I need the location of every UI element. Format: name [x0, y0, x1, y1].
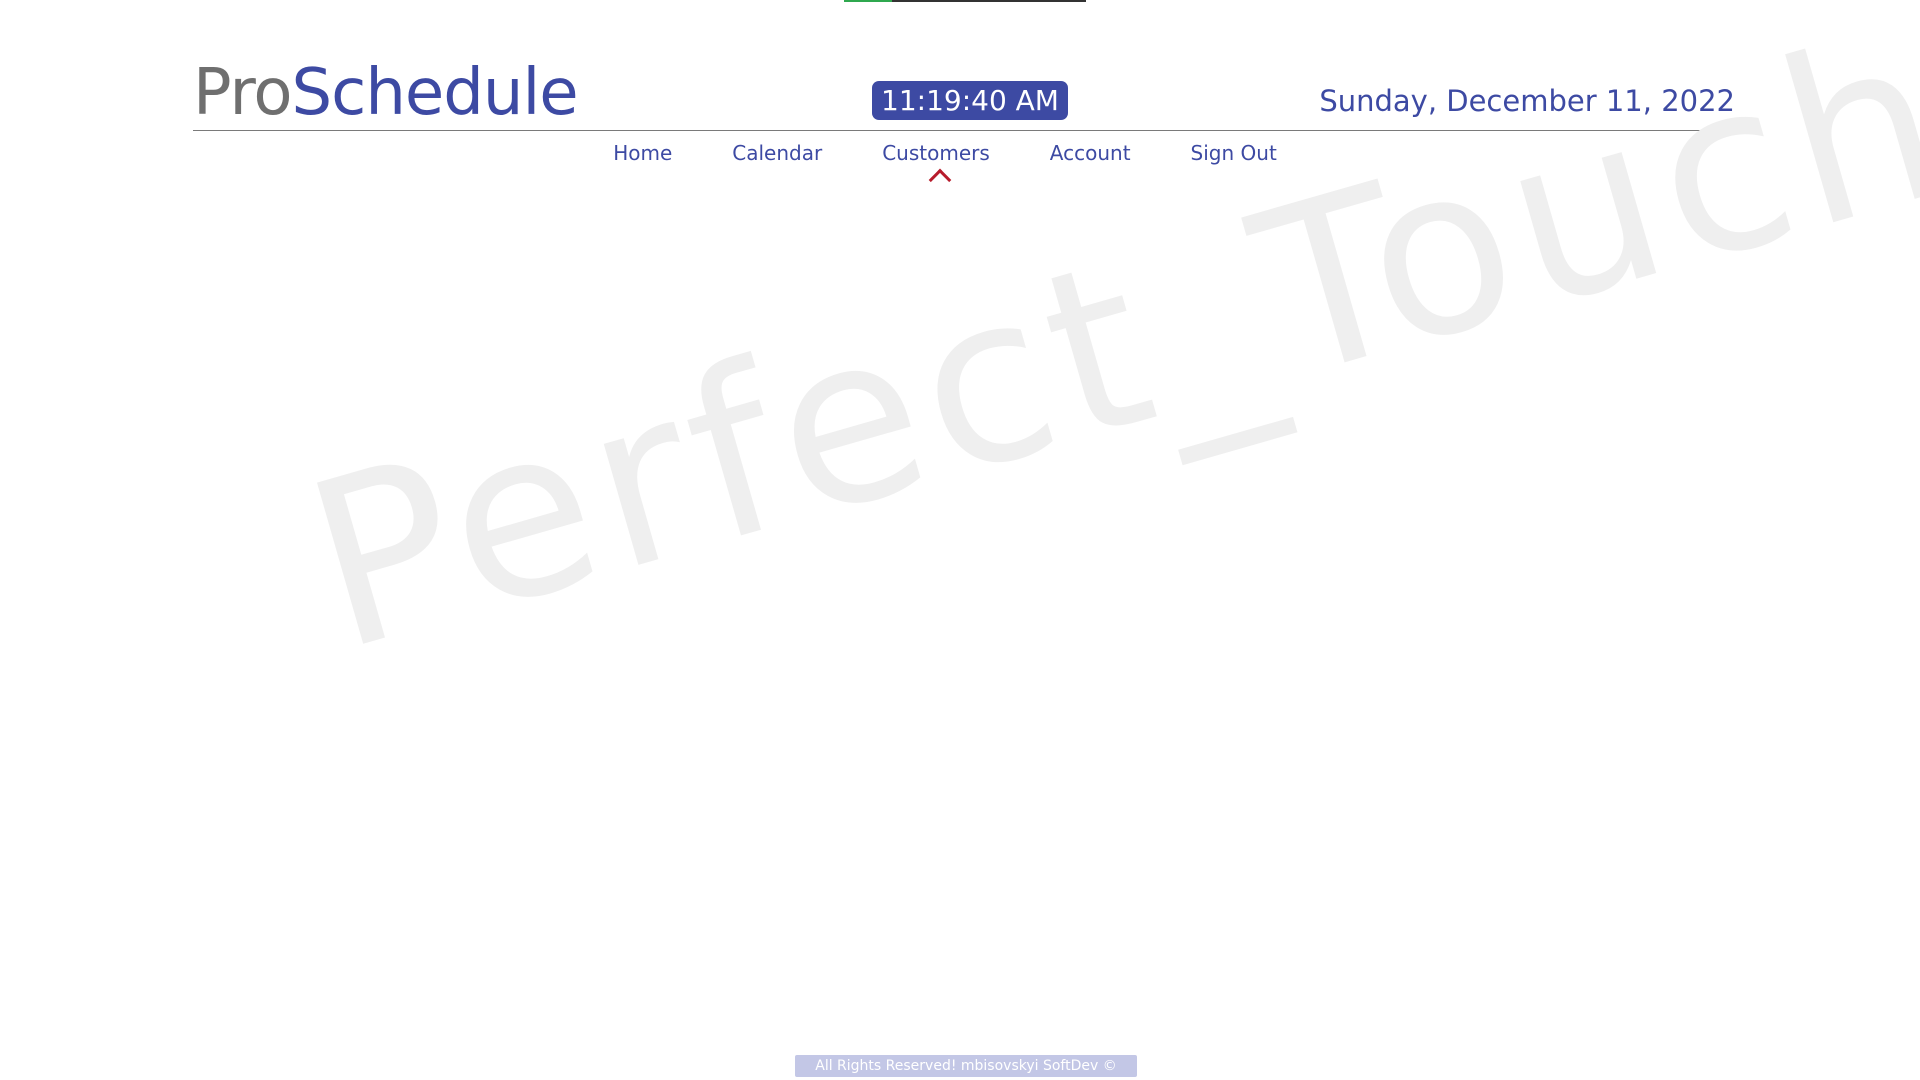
- app-logo-prefix: Pro: [193, 56, 293, 130]
- nav-item-label: Home: [613, 141, 673, 165]
- nav-item-account[interactable]: Account: [1050, 138, 1131, 168]
- footer-copyright: All Rights Reserved! mbisovskyi SoftDev …: [795, 1055, 1137, 1077]
- nav-item-customers[interactable]: Customers: [882, 138, 990, 192]
- nav-item-label: Calendar: [732, 141, 823, 165]
- app-logo: ProSchedule: [193, 54, 579, 132]
- page: ProSchedule 11:19:40 AM Sunday, December…: [0, 0, 1920, 1080]
- chevron-up-icon: [928, 168, 952, 192]
- nav-item-label: Customers: [882, 141, 990, 165]
- nav-item-sign-out[interactable]: Sign Out: [1191, 138, 1277, 168]
- nav-item-home[interactable]: Home: [613, 138, 672, 168]
- nav-item-calendar[interactable]: Calendar: [732, 138, 822, 168]
- app-logo-suffix: Schedule: [291, 56, 579, 130]
- nav-item-label: Sign Out: [1190, 141, 1277, 165]
- loading-progress-bar: [844, 0, 1086, 2]
- clock-display: 11:19:40 AM: [872, 81, 1068, 120]
- nav-item-label: Account: [1049, 141, 1131, 165]
- loading-progress-fill: [844, 0, 893, 2]
